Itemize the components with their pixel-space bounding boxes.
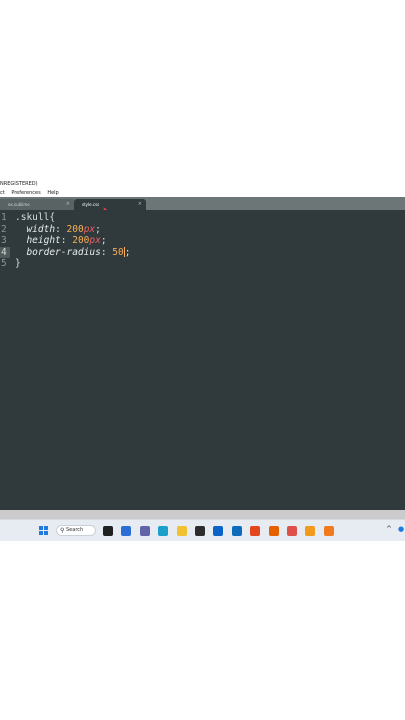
colon-token: :	[100, 246, 113, 258]
line-number: 1	[1, 212, 7, 223]
line-number: 3	[1, 235, 7, 247]
tab-index-html[interactable]: ex.sublime ×	[0, 199, 74, 210]
firefox-icon[interactable]	[268, 526, 279, 536]
search-icon: ⚲	[60, 527, 65, 534]
unit-token: px	[83, 223, 96, 235]
code-editor[interactable]: 1 2 3 4 5 .skull{ width: 200px; height: …	[0, 210, 405, 510]
number-token: 50	[112, 246, 124, 258]
number-token: 200	[66, 223, 84, 235]
selector-token: .skull{	[15, 212, 56, 223]
widgets-icon[interactable]	[121, 526, 132, 536]
chat-icon[interactable]	[139, 526, 150, 536]
code-line: height: 200px;	[15, 235, 130, 247]
semicolon-token: ;	[124, 246, 131, 258]
closing-brace-token: }	[15, 258, 21, 270]
tray-chevron-icon[interactable]: ^	[386, 525, 392, 533]
taskbar: ⚲ Search ^ ●	[0, 519, 405, 541]
xampp-icon[interactable]	[323, 526, 334, 536]
menu-item-help[interactable]: Help	[47, 190, 58, 196]
number-token: 200	[72, 235, 90, 247]
window-title-text: NREGISTERED)	[0, 181, 38, 187]
menu-bar: ct Preferences Help	[0, 189, 405, 197]
office-icon[interactable]	[250, 526, 261, 536]
outlook-icon[interactable]	[231, 526, 242, 536]
close-icon[interactable]: ×	[66, 199, 70, 210]
property-token: width	[26, 223, 56, 235]
tray-icon[interactable]: ●	[398, 525, 405, 535]
task-view-icon[interactable]	[103, 526, 113, 536]
tab-bar: ex.sublime × style.css ×	[0, 197, 405, 210]
line-number: 5	[1, 258, 7, 270]
property-token: height	[26, 235, 61, 247]
mail-icon[interactable]	[213, 526, 224, 536]
terminal-icon[interactable]	[195, 526, 205, 536]
close-icon[interactable]: ×	[138, 199, 142, 210]
colon-token: :	[60, 235, 73, 247]
code-line: .skull{	[15, 212, 130, 224]
windows-start-icon[interactable]	[39, 526, 49, 536]
code-line: width: 200px;	[15, 224, 130, 236]
code-area[interactable]: .skull{ width: 200px; height: 200px; bor…	[15, 212, 130, 270]
semicolon-token: ;	[100, 235, 107, 247]
taskbar-search[interactable]: ⚲ Search	[56, 525, 96, 536]
edge-icon[interactable]	[158, 526, 169, 536]
code-line: border-radius: 50;	[15, 247, 130, 259]
tab-label: style.css	[82, 202, 100, 207]
unit-token: px	[89, 235, 101, 247]
status-bar	[0, 510, 405, 519]
window-title: NREGISTERED)	[0, 180, 405, 189]
tab-style-css[interactable]: style.css ×	[74, 199, 146, 210]
line-number-gutter: 1 2 3 4 5	[0, 212, 10, 270]
search-label: Search	[66, 527, 84, 533]
property-token: border-radius	[26, 246, 101, 258]
line-number: 2	[1, 223, 7, 235]
file-explorer-icon[interactable]	[176, 526, 187, 536]
menu-item-preferences[interactable]: Preferences	[11, 190, 40, 196]
line-number-active: 4	[0, 246, 10, 259]
colon-token: :	[55, 223, 67, 235]
sublime-text-icon[interactable]	[305, 526, 316, 536]
camera-icon[interactable]	[287, 526, 297, 536]
code-line: }	[15, 258, 130, 270]
semicolon-token: ;	[95, 223, 101, 235]
tab-label: ex.sublime	[8, 202, 30, 207]
menu-item-project[interactable]: ct	[0, 190, 5, 196]
